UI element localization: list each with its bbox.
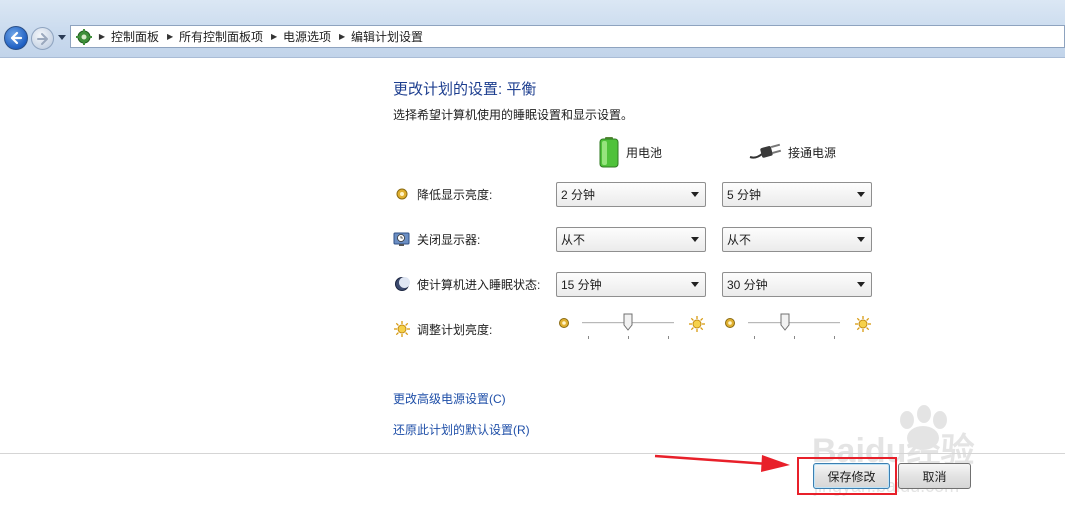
annotation-highlight-box xyxy=(797,457,897,495)
dropdown-arrow-icon xyxy=(854,188,868,202)
back-arrow-icon xyxy=(10,31,23,45)
sleep-plugged-select[interactable]: 30 分钟 xyxy=(722,272,872,297)
page-title: 更改计划的设置: 平衡 xyxy=(393,81,537,98)
dropdown-arrow-icon xyxy=(688,233,702,247)
select-value: 30 分钟 xyxy=(727,278,768,292)
footer-divider xyxy=(0,453,1065,454)
dim-display-battery-select[interactable]: 2 分钟 xyxy=(556,182,706,207)
power-plug-icon xyxy=(749,143,782,159)
breadcrumb-separator-icon[interactable]: ▶ xyxy=(163,32,177,41)
breadcrumb-all-items[interactable]: 所有控制面板项 xyxy=(177,28,267,45)
dropdown-arrow-icon xyxy=(854,278,868,292)
bright-sun-icon xyxy=(688,315,706,336)
forward-arrow-icon xyxy=(36,32,48,45)
advanced-power-settings-link[interactable]: 更改高级电源设置(C) xyxy=(393,390,506,407)
dim-brightness-icon xyxy=(393,185,411,203)
back-button[interactable] xyxy=(4,26,28,50)
slider-thumb[interactable] xyxy=(623,313,633,331)
select-value: 2 分钟 xyxy=(561,188,596,202)
slider-thumb[interactable] xyxy=(780,313,790,331)
breadcrumb-edit-plan[interactable]: 编辑计划设置 xyxy=(349,28,427,45)
setting-label: 关闭显示器: xyxy=(417,232,481,247)
monitor-clock-icon xyxy=(393,230,411,248)
navigation-bar: ▶ 控制面板 ▶ 所有控制面板项 ▶ 电源选项 ▶ 编辑计划设置 xyxy=(0,0,1065,58)
address-bar[interactable]: ▶ 控制面板 ▶ 所有控制面板项 ▶ 电源选项 ▶ 编辑计划设置 xyxy=(70,25,1065,48)
dim-display-plugged-select[interactable]: 5 分钟 xyxy=(722,182,872,207)
setting-label: 降低显示亮度: xyxy=(417,187,493,202)
setting-row-brightness: 调整计划亮度: xyxy=(393,318,492,340)
select-value: 从不 xyxy=(561,233,586,247)
breadcrumb-separator-icon[interactable]: ▶ xyxy=(95,32,109,41)
setting-label: 使计算机进入睡眠状态: xyxy=(417,277,541,292)
brightness-plugged-slider[interactable] xyxy=(744,312,844,339)
breadcrumb-control-panel[interactable]: 控制面板 xyxy=(109,28,163,45)
select-value: 从不 xyxy=(727,233,752,247)
slider-tick xyxy=(628,336,629,339)
select-value: 15 分钟 xyxy=(561,278,602,292)
sun-icon xyxy=(393,320,411,338)
column-label-battery: 用电池 xyxy=(626,145,663,160)
control-panel-icon xyxy=(73,26,95,47)
dropdown-arrow-icon xyxy=(688,278,702,292)
slider-tick xyxy=(668,336,669,339)
slider-tick xyxy=(794,336,795,339)
forward-button[interactable] xyxy=(31,27,54,50)
annotation-arrow-icon xyxy=(654,454,790,472)
slider-tick xyxy=(588,336,589,339)
page-subtitle: 选择希望计算机使用的睡眠设置和显示设置。 xyxy=(393,108,634,122)
moon-icon xyxy=(393,275,411,293)
breadcrumb-separator-icon[interactable]: ▶ xyxy=(267,32,281,41)
turn-off-display-battery-select[interactable]: 从不 xyxy=(556,227,706,252)
bright-sun-icon xyxy=(854,315,872,336)
recent-pages-dropdown[interactable] xyxy=(57,33,67,43)
chevron-down-icon xyxy=(58,35,66,40)
breadcrumb-separator-icon[interactable]: ▶ xyxy=(335,32,349,41)
dropdown-arrow-icon xyxy=(688,188,702,202)
column-header-battery: 用电池 xyxy=(598,135,662,169)
power-options-window: ▶ 控制面板 ▶ 所有控制面板项 ▶ 电源选项 ▶ 编辑计划设置 更改计划的设置… xyxy=(0,0,1065,524)
restore-defaults-link[interactable]: 还原此计划的默认设置(R) xyxy=(393,421,530,438)
column-header-plugged-in: 接通电源 xyxy=(748,135,836,169)
cancel-button[interactable]: 取消 xyxy=(898,463,971,489)
setting-row-turn-off-display: 关闭显示器: xyxy=(393,228,480,250)
select-value: 5 分钟 xyxy=(727,188,762,202)
sleep-battery-select[interactable]: 15 分钟 xyxy=(556,272,706,297)
dim-sun-icon xyxy=(724,317,736,332)
dim-sun-icon xyxy=(558,317,570,332)
slider-track xyxy=(748,322,840,324)
setting-label: 调整计划亮度: xyxy=(417,322,493,337)
battery-icon xyxy=(599,137,619,168)
slider-tick xyxy=(834,336,835,339)
column-label-plugged-in: 接通电源 xyxy=(788,145,837,160)
slider-tick xyxy=(754,336,755,339)
turn-off-display-plugged-select[interactable]: 从不 xyxy=(722,227,872,252)
dropdown-arrow-icon xyxy=(854,233,868,247)
brightness-battery-slider[interactable] xyxy=(578,312,678,339)
setting-row-dim-display: 降低显示亮度: xyxy=(393,183,492,205)
breadcrumb-power-options[interactable]: 电源选项 xyxy=(281,28,335,45)
setting-row-sleep: 使计算机进入睡眠状态: xyxy=(393,273,540,295)
